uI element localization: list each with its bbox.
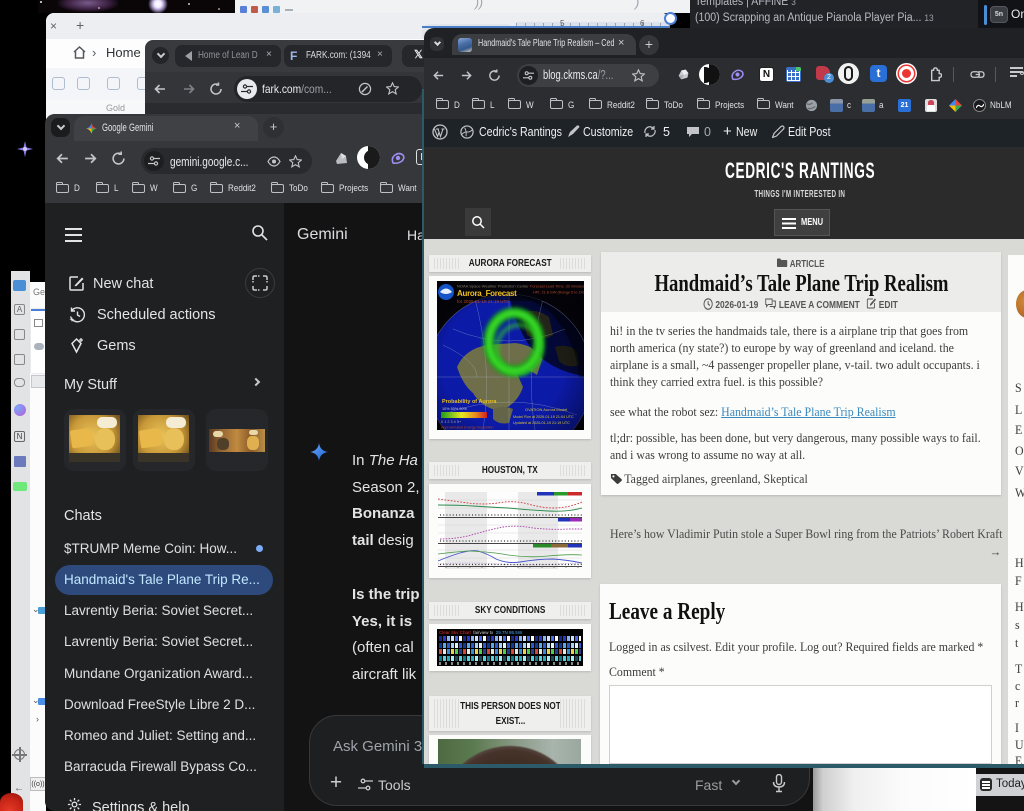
svg-text:0 1 2 3 4 5+: 0 1 2 3 4 5+ (441, 420, 462, 424)
svg-text:HPI: 21.8 GW (Range 5 to 140): HPI: 21.8 GW (Range 5 to 140) (533, 291, 584, 295)
svg-text:Model Run at 2026-01-19 21:04: Model Run at 2026-01-19 21:04 UTC (513, 415, 574, 419)
svg-text:Updated at 2026-01-19 21:19 UT: Updated at 2026-01-19 21:19 UTC (513, 421, 570, 425)
svg-text:OVATION Aurora Model: OVATION Aurora Model (525, 407, 567, 412)
svg-text:Approximated Energy Deposition: Approximated Energy Deposition (441, 426, 494, 430)
svg-text:Aurora_Forecast: Aurora_Forecast (457, 289, 517, 298)
svg-text:Forecast Lead Time: 30 minutes: Forecast Lead Time: 30 minutes (530, 285, 584, 289)
svg-text:NOAA Space Weather Prediction: NOAA Space Weather Prediction Center (457, 284, 529, 289)
svg-text:Probability of Aurora: Probability of Aurora (442, 399, 497, 405)
svg-text:for 2026-01-19 21:19 UTC: for 2026-01-19 21:19 UTC (457, 299, 510, 304)
svg-text:10% 50% 90%: 10% 50% 90% (442, 407, 468, 411)
